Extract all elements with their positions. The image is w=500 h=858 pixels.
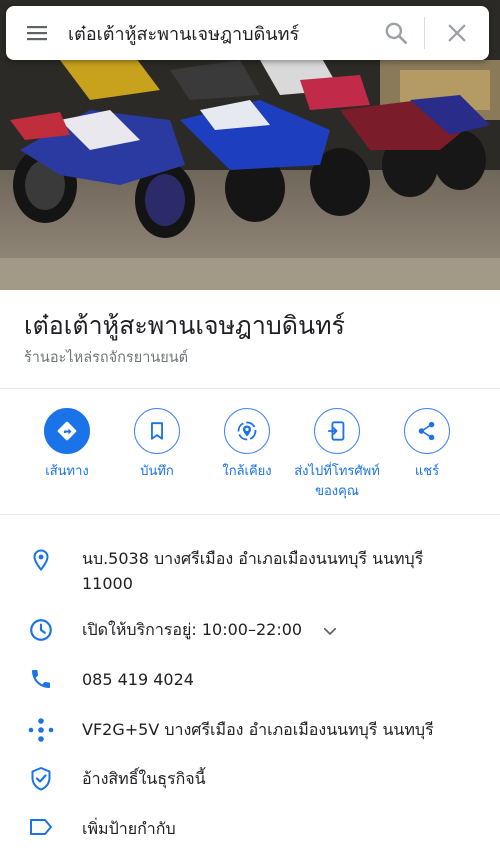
address-line2: 11000 — [82, 574, 133, 593]
directions-button[interactable]: เส้นทาง — [22, 408, 112, 502]
save-label: บันทึก — [140, 464, 174, 479]
phone-number: 085 419 4024 — [82, 670, 194, 689]
nearby-button[interactable]: ใกล้เคียง — [202, 408, 292, 502]
plus-code-icon — [28, 718, 54, 742]
phone-icon-wrap — [0, 667, 82, 691]
hours-value: เปิดให้บริการอยู่: 10:00–22:00 — [82, 620, 303, 639]
share-icon — [418, 421, 435, 441]
claim-business-row[interactable]: อ้างสิทธิ์ในธุรกิจนี้ — [0, 766, 500, 792]
save-button[interactable]: บันทึก — [112, 408, 202, 502]
divider — [0, 514, 500, 515]
place-category[interactable]: ร้านอะไหล่รถจักรยานยนต์ — [24, 346, 476, 369]
search-icon — [385, 22, 408, 45]
close-icon — [448, 24, 466, 42]
send-to-phone-circle[interactable] — [314, 408, 360, 454]
save-circle[interactable] — [134, 408, 180, 454]
search-bar[interactable]: เต๋อเต้าหู้สะพานเจษฎาบดินทร์ — [6, 6, 489, 60]
phone-row[interactable]: 085 419 4024 — [0, 667, 500, 692]
add-label-text: เพิ่มป้ายกำกับ — [82, 819, 176, 838]
close-button[interactable] — [425, 6, 489, 60]
place-title: เต๋อเต้าหู้สะพานเจษฎาบดินทร์ — [24, 311, 345, 340]
share-button[interactable]: แชร์ — [382, 408, 472, 502]
hours-text: เปิดให้บริการอยู่: 10:00–22:00 — [82, 617, 375, 642]
nearby-label: ใกล้เคียง — [222, 464, 272, 479]
clock-icon — [30, 619, 52, 641]
hamburger-menu-icon — [27, 26, 47, 41]
location-pin-icon — [33, 549, 49, 572]
plus-code-row[interactable]: VF2G+5V บางศรีเมือง อำเภอเมืองนนทบุรี นน… — [0, 717, 500, 743]
claim-business-text: อ้างสิทธิ์ในธุรกิจนี้ — [82, 769, 206, 788]
search-input[interactable]: เต๋อเต้าหู้สะพานเจษฎาบดินทร์ — [68, 19, 368, 48]
place-header: เต๋อเต้าหู้สะพานเจษฎาบดินทร์ ร้านอะไหล่ร… — [0, 290, 500, 388]
verified-shield-icon — [31, 767, 51, 791]
menu-button[interactable] — [6, 6, 68, 60]
chevron-down-icon — [324, 627, 337, 635]
search-button[interactable] — [368, 6, 424, 60]
add-label-row[interactable]: เพิ่มป้ายกำกับ — [0, 816, 500, 841]
share-label: แชร์ — [414, 464, 440, 479]
send-to-phone-label-line: ส่งไปที่โทรศัพท์ — [294, 464, 380, 479]
divider — [0, 388, 500, 389]
plus-code-text: VF2G+5V บางศรีเมือง อำเภอเมืองนนทบุรี นน… — [82, 720, 434, 739]
send-to-phone-icon — [327, 421, 345, 441]
bookmark-icon — [151, 422, 163, 440]
nearby-icon — [237, 421, 257, 441]
label-icon-wrap — [0, 816, 82, 838]
directions-label: เส้นทาง — [45, 464, 89, 479]
address-row[interactable]: นบ.5038 บางศรีเมือง อำเภอเมืองนนทบุรี นน… — [0, 546, 500, 596]
send-to-phone-button[interactable]: ส่งไปที่โทรศัพท์ของคุณ — [292, 408, 382, 502]
expand-hours-button[interactable] — [321, 622, 339, 640]
address-line1: นบ.5038 บางศรีเมือง อำเภอเมืองนนทบุรี นน… — [82, 549, 424, 568]
phone-icon — [32, 670, 50, 688]
directions-circle[interactable] — [44, 408, 90, 454]
claim-icon-wrap — [0, 766, 82, 792]
action-buttons: เส้นทาง บันทึก ใกล้เคียง ส่งไปที่โทรศัพท… — [0, 408, 500, 502]
address-text: นบ.5038 บางศรีเมือง อำเภอเมืองนนทบุรี นน… — [82, 546, 459, 596]
address-icon-wrap — [0, 546, 82, 572]
nearby-circle[interactable] — [224, 408, 270, 454]
plus-code-icon-wrap — [0, 717, 82, 743]
label-tag-icon — [30, 819, 52, 835]
directions-icon — [57, 421, 77, 441]
share-circle[interactable] — [404, 408, 450, 454]
hours-icon-wrap — [0, 617, 82, 643]
send-to-phone-label-line: ของคุณ — [315, 484, 359, 499]
send-to-phone-label: ส่งไปที่โทรศัพท์ของคุณ — [287, 462, 387, 502]
hours-row[interactable]: เปิดให้บริการอยู่: 10:00–22:00 — [0, 617, 500, 643]
